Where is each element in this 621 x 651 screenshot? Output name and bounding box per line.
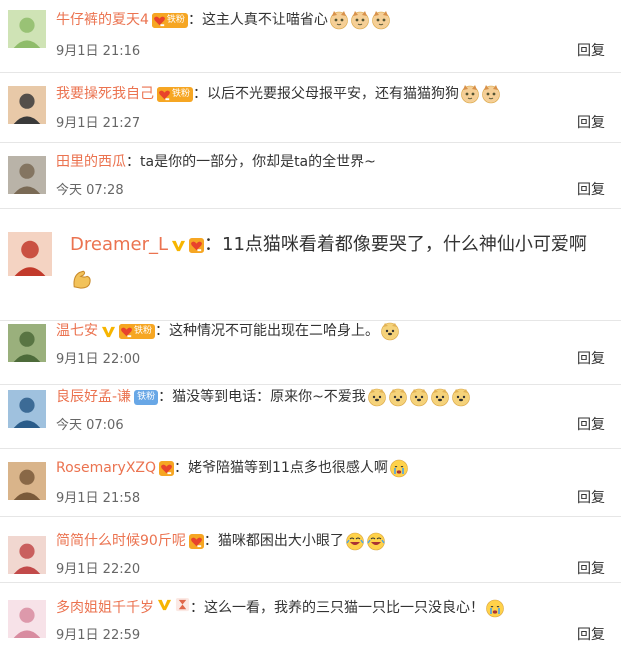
avatar[interactable]	[8, 156, 46, 194]
fan-badge: 铁粉	[134, 389, 159, 405]
cat-emoji	[371, 10, 391, 30]
username-link[interactable]: 简简什么时候90斤呢	[56, 531, 186, 551]
fan-heart-icon	[188, 533, 204, 549]
timestamp: 9月1日 22:20	[56, 562, 141, 577]
hourglass-icon	[172, 597, 190, 618]
divider	[0, 208, 621, 209]
timestamp: 9月1日 21:16	[56, 44, 141, 59]
fan-heart-icon	[159, 460, 175, 476]
avatar[interactable]	[8, 462, 46, 500]
divider	[0, 448, 621, 449]
comment-text: 这么一看，我养的三只猫一只比一只没良心！	[204, 599, 484, 616]
fan-badge: 铁粉	[157, 86, 194, 102]
avatar[interactable]	[8, 390, 46, 428]
separator: ：	[193, 86, 208, 102]
cry-emoji	[485, 598, 505, 618]
fan-badge-label: 铁粉	[166, 15, 185, 25]
username-link[interactable]: 多肉姐姐千千岁	[56, 598, 154, 618]
divider	[0, 384, 621, 385]
timestamp: 9月1日 22:00	[56, 352, 141, 367]
strong-arm-emoji	[69, 266, 95, 292]
avatar[interactable]	[8, 324, 46, 362]
timestamp: 9月1日 21:27	[56, 116, 141, 131]
cat-emoji	[329, 10, 349, 30]
laugh-emoji	[345, 531, 365, 551]
fan-badge-label: 铁粉	[137, 392, 156, 402]
comment-line: 田里的西瓜： ta是你的一部分，你却是ta的全世界~	[56, 152, 376, 172]
reply-button[interactable]: 回复	[577, 624, 605, 644]
reply-button[interactable]: 回复	[577, 179, 605, 199]
fan-badge-label: 铁粉	[134, 326, 153, 336]
doge-emoji	[451, 387, 471, 407]
avatar[interactable]	[8, 10, 46, 48]
reply-button[interactable]: 回复	[577, 558, 605, 578]
comment-text: 这主人真不让喵省心	[201, 12, 328, 28]
reply-button[interactable]: 回复	[577, 487, 605, 507]
divider	[0, 516, 621, 517]
fan-badge-label: 铁粉	[172, 89, 191, 99]
fan-heart-icon	[189, 237, 205, 253]
comment-text: 以后不光要报父母报平安，还有猫猫狗狗	[207, 86, 460, 102]
comment-line: 我要操死我自己 铁粉：以后不光要报父母报平安，还有猫猫狗狗	[56, 84, 501, 104]
comment-line: 多肉姐姐千千岁 ：这么一看，我养的三只猫一只比一只没良心！	[56, 597, 505, 618]
comment-text: 猫咪都困出大小眼了	[217, 533, 344, 549]
divider	[0, 582, 621, 583]
username-link[interactable]: 温七安	[56, 321, 98, 341]
separator: ：	[190, 599, 204, 616]
doge-emoji	[430, 387, 450, 407]
reply-button[interactable]: 回复	[577, 40, 605, 60]
comment-text: 这种情况不可能出现在二哈身上。	[169, 323, 380, 339]
separator: ：	[187, 12, 202, 28]
verified-v-icon	[154, 597, 172, 618]
timestamp: 9月1日 21:58	[56, 491, 141, 506]
doge-emoji	[388, 387, 408, 407]
comment-line: Dreamer_L ： 11点猫咪看着都像要哭了，什么神仙小可爱啊	[70, 232, 587, 258]
divider	[0, 72, 621, 73]
cat-emoji	[350, 10, 370, 30]
cry-emoji	[389, 458, 409, 478]
divider	[0, 142, 621, 143]
doge-emoji	[409, 387, 429, 407]
timestamp: 今天 07:06	[56, 418, 124, 433]
username-link[interactable]: RosemaryXZQ	[56, 458, 156, 478]
separator: ：	[204, 234, 223, 255]
fan-badge: 铁粉	[119, 323, 156, 339]
separator: ：	[155, 323, 170, 339]
comment-text: 11点猫咪看着都像要哭了，什么神仙小可爱啊	[222, 234, 587, 255]
doge-emoji	[367, 387, 387, 407]
comment-text: 猫没等到电话：原来你~不爱我	[172, 389, 366, 405]
comment-text: 姥爷陪猫等到11点多也很感人啊	[188, 460, 388, 476]
divider	[0, 320, 621, 321]
avatar[interactable]	[8, 600, 46, 638]
cat-emoji	[481, 84, 501, 104]
username-link[interactable]: 良辰好孟-谦	[56, 387, 131, 407]
doge-emoji	[380, 321, 400, 341]
username-link[interactable]: 牛仔裤的夏天4	[56, 10, 149, 30]
comment-line: 良辰好孟-谦 铁粉：猫没等到电话：原来你~不爱我	[56, 387, 471, 407]
cat-emoji	[460, 84, 480, 104]
separator: ：	[158, 389, 173, 405]
reply-button[interactable]: 回复	[577, 414, 605, 434]
fan-badge: 铁粉	[151, 12, 188, 28]
reply-button[interactable]: 回复	[577, 348, 605, 368]
separator: ：	[203, 533, 218, 549]
laugh-emoji	[366, 531, 386, 551]
username-link[interactable]: 我要操死我自己	[56, 84, 154, 104]
avatar[interactable]	[8, 536, 46, 574]
reply-button[interactable]: 回复	[577, 112, 605, 132]
comment-line: 简简什么时候90斤呢 ：猫咪都困出大小眼了	[56, 531, 386, 551]
comment-line: 温七安 铁粉：这种情况不可能出现在二哈身上。	[56, 321, 400, 341]
separator: ：	[174, 460, 189, 476]
username-link[interactable]: Dreamer_L	[70, 232, 168, 258]
timestamp: 今天 07:28	[56, 183, 124, 198]
separator: ：	[126, 154, 140, 170]
avatar[interactable]	[8, 232, 52, 276]
comment-line: 牛仔裤的夏天4 铁粉：这主人真不让喵省心	[56, 10, 391, 30]
comment-line: RosemaryXZQ ：姥爷陪猫等到11点多也很感人啊	[56, 458, 409, 478]
username-link[interactable]: 田里的西瓜	[56, 152, 126, 172]
avatar[interactable]	[8, 86, 46, 124]
timestamp: 9月1日 22:59	[56, 628, 141, 643]
comment-text: ta是你的一部分，你却是ta的全世界~	[140, 154, 376, 170]
